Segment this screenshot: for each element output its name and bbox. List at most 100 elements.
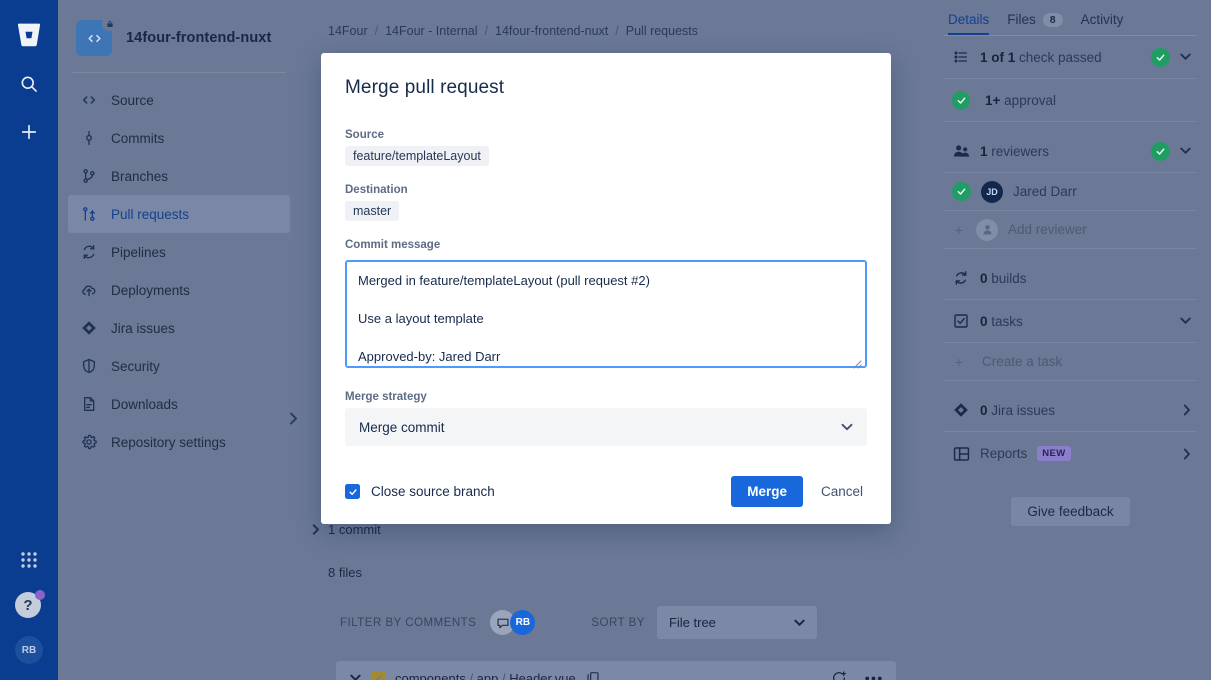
jira-icon [80,320,97,337]
bitbucket-logo-icon[interactable] [12,18,46,52]
close-source-branch-checkbox[interactable]: Close source branch [345,484,495,499]
sidebar-item-label: Branches [111,168,169,184]
chevron-down-icon[interactable] [1180,53,1191,61]
divider [72,72,286,73]
sidebar-item-pull-requests[interactable]: Pull requests [68,195,290,233]
tab-label: Files [1007,12,1036,27]
checkbox-checked-icon [345,484,360,499]
breadcrumb-separator: / [374,24,379,38]
sidebar-item-security[interactable]: Security [68,347,290,385]
avatar[interactable]: RB [15,636,43,664]
give-feedback-button[interactable]: Give feedback [1011,497,1130,526]
lock-icon [102,16,117,31]
plus-icon[interactable] [13,116,45,148]
create-task-label: Create a task [982,354,1063,369]
commit-message-label: Commit message [345,239,441,251]
tasks-label: tasks [991,313,1023,329]
sidebar-item-downloads[interactable]: Downloads [68,385,290,423]
repo-header[interactable]: 14four-frontend-nuxt [58,0,300,70]
cancel-button[interactable]: Cancel [817,476,867,507]
sort-by-select[interactable]: File tree [656,606,817,639]
sidebar-item-label: Commits [111,130,165,146]
check-circle-icon [1151,47,1170,67]
reviewer-item[interactable]: JD Jared Darr [944,173,1197,211]
breadcrumb-item-2[interactable]: 14four-frontend-nuxt [495,24,608,38]
copy-icon[interactable] [586,671,600,680]
jira-issues-row[interactable]: 0 Jira issues [944,389,1197,432]
approval-row[interactable]: 1+ approval [944,79,1197,122]
add-reviewer-label: Add reviewer [1008,222,1087,237]
jira-label: Jira issues [991,402,1056,418]
jira-expand[interactable] [1183,404,1191,416]
checks-status [1151,47,1191,67]
breadcrumb-item-1[interactable]: 14Four - Internal [385,24,477,38]
builds-label: builds [991,270,1027,286]
breadcrumb-item-3[interactable]: Pull requests [626,24,698,38]
check-circle-icon [952,90,970,110]
checks-row[interactable]: 1 of 1 check passed [944,36,1197,79]
tasks-row[interactable]: 0 tasks [944,300,1197,343]
file-path-part: components [395,670,466,680]
more-horizontal-icon[interactable] [865,676,882,680]
filter-avatar-group: RB [490,610,536,635]
builds-row[interactable]: 0 builds [944,257,1197,300]
tab-files[interactable]: Files 8 [1007,12,1063,35]
reviewers-count: 1 [980,143,988,159]
file-row[interactable]: components / app / Header.vue [336,661,896,680]
builds-icon [952,270,970,286]
global-nav-bottom: ? RB [13,544,45,680]
tab-details[interactable]: Details [948,12,989,35]
sidebar-item-label: Security [111,358,160,374]
filter-by-comments-label: FILTER BY COMMENTS [340,616,477,629]
search-icon[interactable] [13,68,45,100]
chevron-down-icon[interactable] [350,674,361,680]
chevron-right-icon [312,524,320,535]
commit-message-input[interactable] [345,260,867,368]
sidebar-item-pipelines[interactable]: Pipelines [68,233,290,271]
dialog-footer: Close source branch Merge Cancel [345,476,867,507]
help-icon[interactable]: ? [15,590,45,620]
merge-strategy-value: Merge commit [359,419,445,435]
sidebar-item-branches[interactable]: Branches [68,157,290,195]
close-source-branch-label: Close source branch [371,484,495,499]
feedback-area: Give feedback [944,497,1197,526]
file-path-part: app [476,670,499,680]
check-circle-icon [1151,141,1170,161]
reports-row[interactable]: Reports NEW [944,432,1197,475]
global-nav-top [12,0,46,148]
tab-activity[interactable]: Activity [1081,12,1124,35]
commit-count-toggle[interactable]: 1 commit [312,522,930,537]
sidebar-item-repository-settings[interactable]: Repository settings [68,423,290,461]
breadcrumb-item-0[interactable]: 14Four [328,24,368,38]
sidebar-item-label: Downloads [111,396,178,412]
person-icon [976,218,998,241]
tasks-toggle[interactable] [1180,317,1191,325]
sidebar-collapse-toggle[interactable] [285,405,301,431]
app-root: ? RB 14four-frontend-nuxt Source Commits… [0,0,1211,680]
people-icon [952,144,970,159]
refresh-icon[interactable] [831,670,847,680]
avatar[interactable]: RB [510,610,536,635]
add-reviewer-row[interactable]: + Add reviewer [944,211,1197,249]
pipelines-icon [80,244,97,261]
checks-count: 1 of 1 [980,49,1016,65]
create-task-row[interactable]: + Create a task [944,343,1197,381]
sidebar-item-label: Repository settings [111,434,226,450]
commit-count-label: 1 commit [328,522,381,537]
approval-count: 1+ [985,92,1001,108]
destination-field: Destination master [345,184,867,221]
chevron-down-icon[interactable] [1180,147,1191,155]
reports-expand[interactable] [1183,448,1191,460]
breadcrumb: 14Four / 14Four - Internal / 14four-fron… [300,0,930,38]
sidebar-item-deployments[interactable]: Deployments [68,271,290,309]
file-path: components / app / Header.vue [395,671,576,680]
sidebar-item-source[interactable]: Source [68,81,290,119]
sidebar-item-commits[interactable]: Commits [68,119,290,157]
chevron-down-icon [1180,317,1191,325]
sidebar-item-jira-issues[interactable]: Jira issues [68,309,290,347]
merge-strategy-select[interactable]: Merge commit [345,408,867,446]
merge-button[interactable]: Merge [731,476,803,507]
reviewers-row[interactable]: 1 reviewers [944,130,1197,173]
merge-strategy-field: Merge strategy Merge commit [345,391,867,446]
app-switcher-icon[interactable] [13,544,45,576]
